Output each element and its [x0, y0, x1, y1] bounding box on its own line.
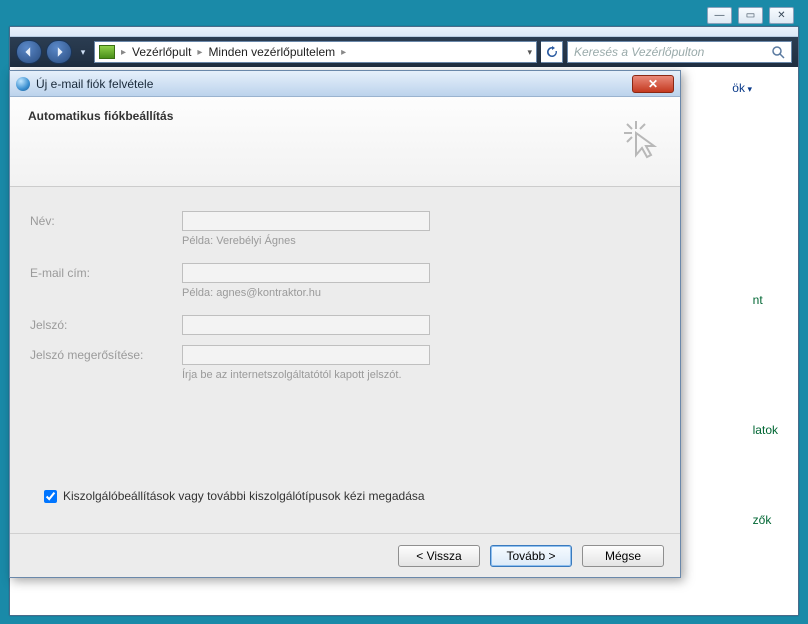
nav-forward-button[interactable] [46, 40, 72, 64]
window-close-button[interactable]: ✕ [769, 7, 794, 24]
add-email-account-dialog: Új e-mail fiók felvétele ✕ Automatikus f… [9, 70, 681, 578]
manual-config-label: Kiszolgálóbeállítások vagy további kiszo… [63, 489, 425, 503]
password-input[interactable] [182, 315, 430, 335]
breadcrumb-sep-icon: ▸ [197, 47, 202, 58]
name-hint: Példa: Verebélyi Ágnes [182, 235, 660, 247]
address-dropdown-icon[interactable]: ▾ [527, 47, 532, 58]
back-button[interactable]: < Vissza [398, 545, 480, 567]
search-input[interactable] [574, 45, 765, 59]
cp-item-link[interactable]: zők [753, 513, 778, 527]
next-button[interactable]: Tovább > [490, 545, 572, 567]
dialog-close-button[interactable]: ✕ [632, 75, 674, 93]
breadcrumb-sep-icon: ▸ [121, 47, 126, 58]
control-panel-icon [99, 45, 115, 59]
breadcrumb-item[interactable]: Vezérlőpult [132, 45, 191, 59]
cursor-burst-icon [622, 119, 662, 159]
email-hint: Példa: agnes@kontraktor.hu [182, 287, 660, 299]
dialog-header: Automatikus fiókbeállítás [10, 97, 680, 187]
view-tools-link[interactable]: ök [732, 81, 752, 95]
globe-icon [16, 77, 30, 91]
dialog-title-text: Új e-mail fiók felvétele [36, 77, 153, 91]
refresh-button[interactable] [541, 41, 563, 63]
dialog-footer: < Vissza Tovább > Mégse [10, 533, 680, 577]
search-box[interactable] [567, 41, 792, 63]
name-input[interactable] [182, 211, 430, 231]
address-bar[interactable]: ▸ Vezérlőpult ▸ Minden vezérlőpultelem ▸… [94, 41, 537, 63]
password-confirm-label: Jelszó megerősítése: [30, 348, 172, 362]
window-minimize-button[interactable]: — [707, 7, 732, 24]
breadcrumb-sep-icon: ▸ [341, 47, 346, 58]
nav-bar: ▾ ▸ Vezérlőpult ▸ Minden vezérlőpultelem… [10, 37, 798, 67]
cp-item-link[interactable]: nt [753, 293, 778, 307]
email-label: E-mail cím: [30, 266, 172, 280]
dialog-body: Név: Példa: Verebélyi Ágnes E-mail cím: … [10, 187, 680, 533]
dialog-heading: Automatikus fiókbeállítás [28, 109, 662, 123]
breadcrumb-item[interactable]: Minden vezérlőpultelem [208, 45, 335, 59]
nav-history-dropdown[interactable]: ▾ [76, 42, 90, 62]
cancel-button[interactable]: Mégse [582, 545, 664, 567]
window-titlebar [10, 27, 798, 37]
cp-item-link[interactable]: latok [753, 423, 778, 437]
password-label: Jelszó: [30, 318, 172, 332]
nav-back-button[interactable] [16, 40, 42, 64]
window-maximize-button[interactable]: ▭ [738, 7, 763, 24]
name-label: Név: [30, 214, 172, 228]
dialog-titlebar[interactable]: Új e-mail fiók felvétele ✕ [10, 71, 680, 97]
password-confirm-input[interactable] [182, 345, 430, 365]
search-icon [771, 45, 785, 59]
password-hint: Írja be az internetszolgáltatótól kapott… [182, 369, 660, 381]
email-input[interactable] [182, 263, 430, 283]
manual-config-checkbox[interactable] [44, 490, 57, 503]
